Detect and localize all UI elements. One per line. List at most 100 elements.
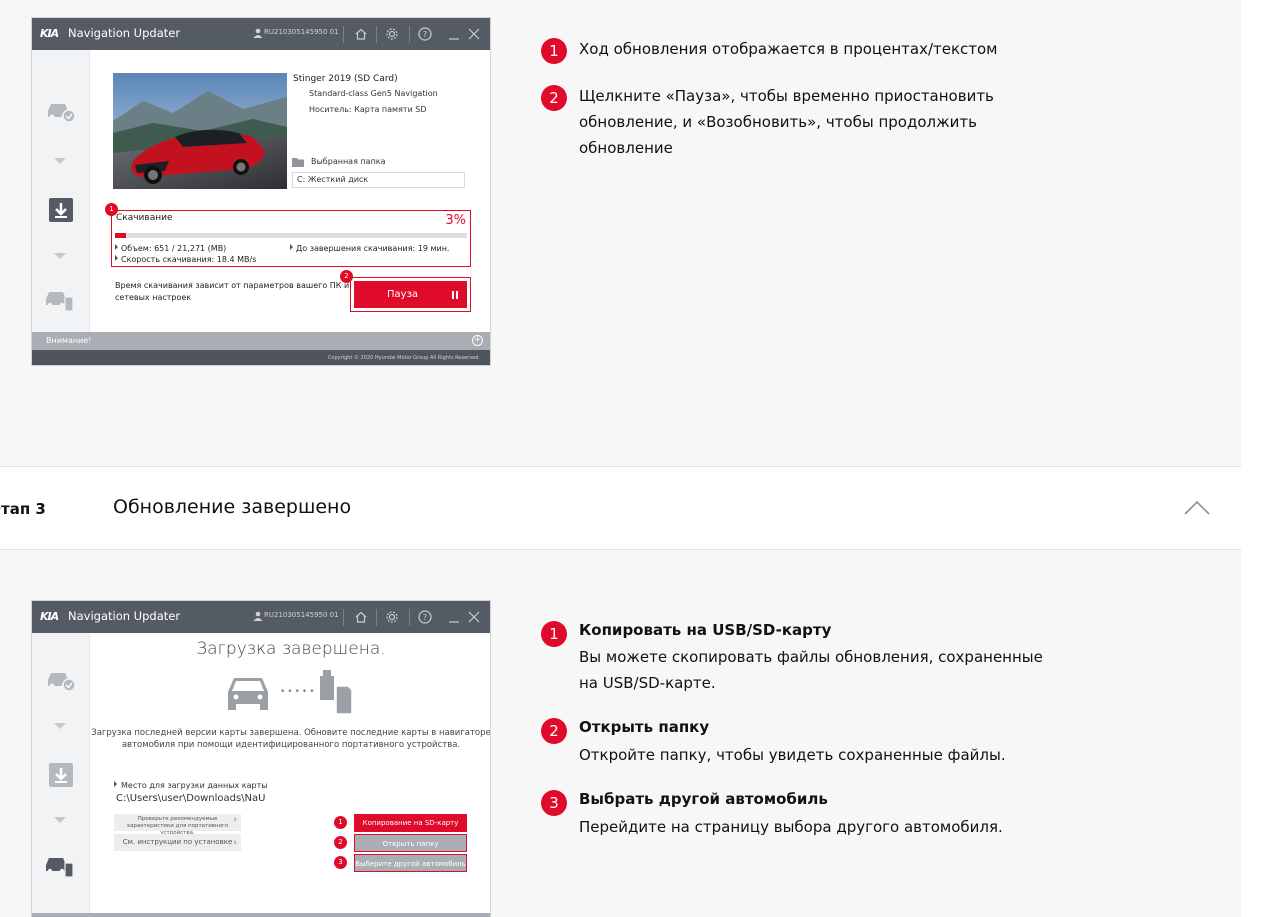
minimize-icon[interactable] bbox=[446, 26, 462, 42]
car-photo bbox=[113, 73, 287, 189]
callout-badge-2: 2 bbox=[340, 270, 353, 283]
description-other-car: Перейдите на страницу выбора другого авт… bbox=[579, 818, 1003, 836]
minimize-icon[interactable] bbox=[446, 609, 462, 625]
download-percent: 3% bbox=[445, 213, 466, 228]
step-number-badge: 1 bbox=[541, 621, 567, 647]
location-path[interactable]: C:\Users\user\Downloads\NaU bbox=[116, 793, 266, 804]
copy-button-wrap: Копирование на SD-карту bbox=[353, 814, 467, 832]
download-remaining: До завершения скачивания: 19 мин. bbox=[290, 244, 449, 253]
chevron-up-icon[interactable] bbox=[1184, 500, 1210, 516]
copy-to-sd-button[interactable]: Копирование на SD-карту bbox=[354, 814, 467, 832]
car-name: Stinger 2019 (SD Card) bbox=[293, 74, 398, 84]
download-progress-box: Скачивание 3% Объем: 651 / 21,271 (MB) Д… bbox=[111, 210, 471, 267]
step-title: Обновление завершено bbox=[113, 496, 352, 518]
step-number-badge: 3 bbox=[541, 790, 567, 816]
usb-sd-icon bbox=[320, 670, 353, 715]
complete-description: Загрузка последней версии карты завершен… bbox=[91, 728, 491, 750]
download-icon[interactable] bbox=[45, 196, 77, 224]
user-icon bbox=[253, 611, 263, 621]
app-title: Navigation Updater bbox=[68, 26, 181, 40]
description-pause: Щелкните «Пауза», чтобы временно приоста… bbox=[579, 87, 994, 157]
download-icon[interactable] bbox=[45, 761, 77, 789]
description-open-folder: Откройте папку, чтобы увидеть сохраненны… bbox=[579, 746, 1006, 764]
step-arrow bbox=[54, 158, 66, 164]
car-check-icon[interactable] bbox=[45, 666, 77, 694]
app-window-complete: KIA Navigation Updater RU210305145950 01… bbox=[31, 600, 491, 917]
kia-logo: KIA bbox=[40, 27, 59, 40]
page: Этап 3 Обновление завершено KIA Navigati… bbox=[0, 0, 1269, 917]
separator bbox=[376, 609, 377, 626]
home-icon[interactable] bbox=[353, 26, 369, 42]
pause-icon bbox=[452, 291, 458, 299]
gear-icon[interactable] bbox=[384, 609, 400, 625]
install-guide-button[interactable]: См. инструкции по установке bbox=[114, 834, 241, 851]
help-icon[interactable]: ? bbox=[417, 609, 433, 625]
description-title-open-folder: Открыть папку bbox=[579, 718, 710, 736]
notice-label: Внимание! bbox=[46, 336, 92, 345]
location-label: Место для загрузки данных карты bbox=[114, 781, 268, 790]
open-folder-wrap: Открыть папку bbox=[353, 834, 467, 852]
title-bar: KIA Navigation Updater RU210305145950 01… bbox=[32, 18, 490, 50]
notice-bar bbox=[32, 913, 490, 917]
user-id: RU210305145950 01 bbox=[264, 28, 339, 36]
separator bbox=[343, 26, 344, 43]
car-icon bbox=[228, 678, 268, 710]
description-copy: Вы можете скопировать файлы обновления, … bbox=[579, 648, 1043, 692]
folder-icon bbox=[292, 158, 304, 167]
step-arrow bbox=[54, 253, 66, 259]
callout-badge-1: 1 bbox=[105, 203, 118, 216]
other-car-wrap: Выберите другой автомобиль bbox=[353, 854, 467, 872]
description-progress: Ход обновления отображается в процентах/… bbox=[579, 40, 998, 58]
step-arrow bbox=[54, 817, 66, 823]
complete-title: Загрузка завершена. bbox=[196, 639, 386, 659]
app-window-downloading: KIA Navigation Updater RU210305145950 01… bbox=[31, 17, 491, 366]
user-icon bbox=[253, 28, 263, 38]
app-title: Navigation Updater bbox=[68, 609, 181, 623]
svg-text:?: ? bbox=[423, 613, 427, 622]
title-bar: KIA Navigation Updater RU210305145950 01… bbox=[32, 601, 490, 633]
copyright-footer: Copyright © 2020 Hyundai Motor Group All… bbox=[32, 350, 490, 365]
download-title: Скачивание bbox=[116, 213, 173, 223]
gear-icon[interactable] bbox=[384, 26, 400, 42]
pause-label: Пауза bbox=[387, 289, 419, 300]
progress-fill bbox=[115, 233, 126, 238]
pause-highlight: Пауза bbox=[350, 277, 471, 312]
progress-bar bbox=[115, 233, 467, 238]
pause-button[interactable]: Пауза bbox=[354, 281, 467, 308]
description-title-copy: Копировать на USB/SD-карту bbox=[579, 621, 832, 639]
download-speed: Скорость скачивания: 18.4 MB/s bbox=[115, 255, 256, 264]
step-arrow bbox=[54, 723, 66, 729]
close-icon[interactable] bbox=[466, 609, 482, 625]
step-number-badge: 2 bbox=[541, 85, 567, 111]
transfer-dots: ••••• bbox=[280, 687, 317, 697]
help-icon[interactable]: ? bbox=[417, 26, 433, 42]
car-sd-icon[interactable] bbox=[45, 851, 77, 879]
car-check-icon[interactable] bbox=[45, 97, 77, 125]
sidebar bbox=[32, 50, 90, 332]
home-icon[interactable] bbox=[353, 609, 369, 625]
svg-text:?: ? bbox=[423, 30, 427, 39]
separator bbox=[376, 26, 377, 43]
callout-badge-3: 3 bbox=[334, 856, 347, 869]
download-time-note: Время скачивания зависит от параметров в… bbox=[115, 281, 350, 302]
car-media: Носитель: Карта памяти SD bbox=[309, 105, 427, 114]
folder-field[interactable]: C: Жесткий диск bbox=[292, 172, 465, 188]
description-title-other-car: Выбрать другой автомобиль bbox=[579, 790, 828, 808]
step-label: Этап 3 bbox=[0, 500, 46, 518]
select-other-car-button[interactable]: Выберите другой автомобиль bbox=[354, 854, 467, 872]
sidebar bbox=[32, 633, 90, 917]
notice-bar[interactable]: Внимание! + bbox=[32, 332, 490, 350]
close-icon[interactable] bbox=[466, 26, 482, 42]
folder-label: Выбранная папка bbox=[311, 157, 386, 166]
expand-plus-icon[interactable]: + bbox=[472, 335, 483, 346]
callout-badge-2: 2 bbox=[334, 836, 347, 849]
callout-badge-1: 1 bbox=[334, 816, 347, 829]
device-specs-button[interactable]: Проверьте рекомендуемые характеристики д… bbox=[114, 814, 241, 836]
open-folder-button[interactable]: Открыть папку bbox=[354, 834, 467, 852]
download-volume: Объем: 651 / 21,271 (MB) bbox=[115, 244, 226, 253]
step-number-badge: 1 bbox=[541, 38, 567, 64]
car-sd-icon[interactable] bbox=[45, 285, 77, 313]
car-class: Standard-class Gen5 Navigation bbox=[309, 89, 438, 98]
separator bbox=[409, 26, 410, 43]
step-number-badge: 2 bbox=[541, 718, 567, 744]
